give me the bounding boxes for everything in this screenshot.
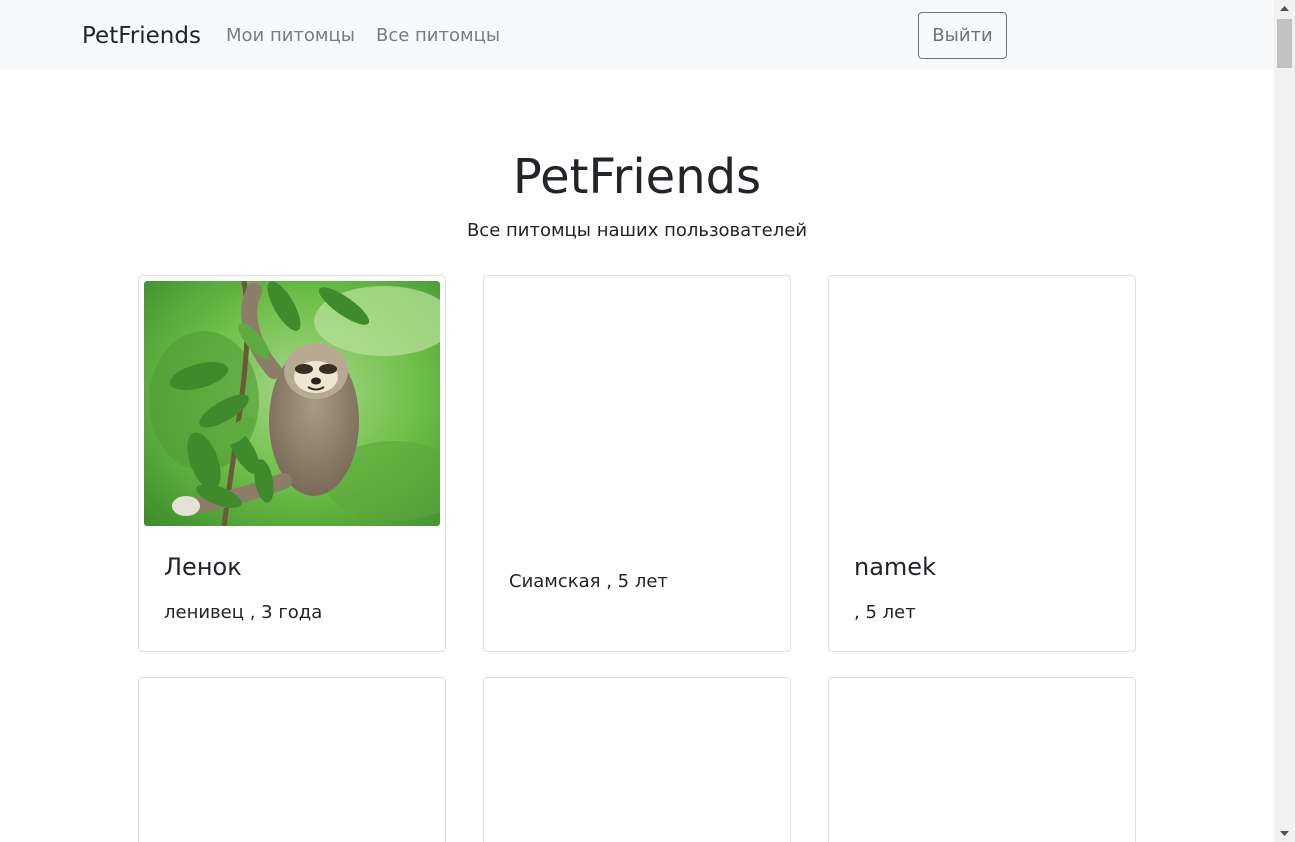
triangle-up-icon [1280,6,1289,11]
browser-viewport: PetFriends Мои питомцы Все питомцы Выйти… [0,0,1295,842]
pet-details: Сиамская , 5 лет [509,571,668,592]
pet-details: , 5 лет [854,602,916,623]
page-content: PetFriends Мои питомцы Все питомцы Выйти… [0,0,1274,842]
pet-card[interactable]: Сиамская , 5 лет [483,275,791,652]
pet-name: Ленок [164,553,242,581]
navbar-brand-link[interactable]: PetFriends [82,21,201,51]
nav-link-all-pets[interactable]: Все питомцы [376,24,500,48]
vertical-scrollbar[interactable] [1274,0,1295,842]
page-subtitle: Все питомцы наших пользователей [466,220,808,241]
pet-card[interactable] [828,677,1136,842]
pet-card[interactable] [138,677,446,842]
top-navbar: PetFriends Мои питомцы Все питомцы Выйти [0,0,1274,70]
pet-name: namek [854,553,936,581]
pet-card[interactable]: Ленок ленивец , 3 года [138,275,446,652]
scroll-up-arrow[interactable] [1274,0,1295,17]
pet-card[interactable]: namek , 5 лет [828,275,1136,652]
scroll-thumb[interactable] [1277,19,1292,68]
pet-photo [144,281,440,526]
logout-button[interactable]: Выйти [918,12,1007,59]
scroll-down-arrow[interactable] [1274,825,1295,842]
pet-card[interactable] [483,677,791,842]
triangle-down-icon [1280,831,1289,836]
pet-details: ленивец , 3 года [164,602,323,623]
page-title: PetFriends [512,149,762,205]
nav-link-my-pets[interactable]: Мои питомцы [226,24,355,48]
